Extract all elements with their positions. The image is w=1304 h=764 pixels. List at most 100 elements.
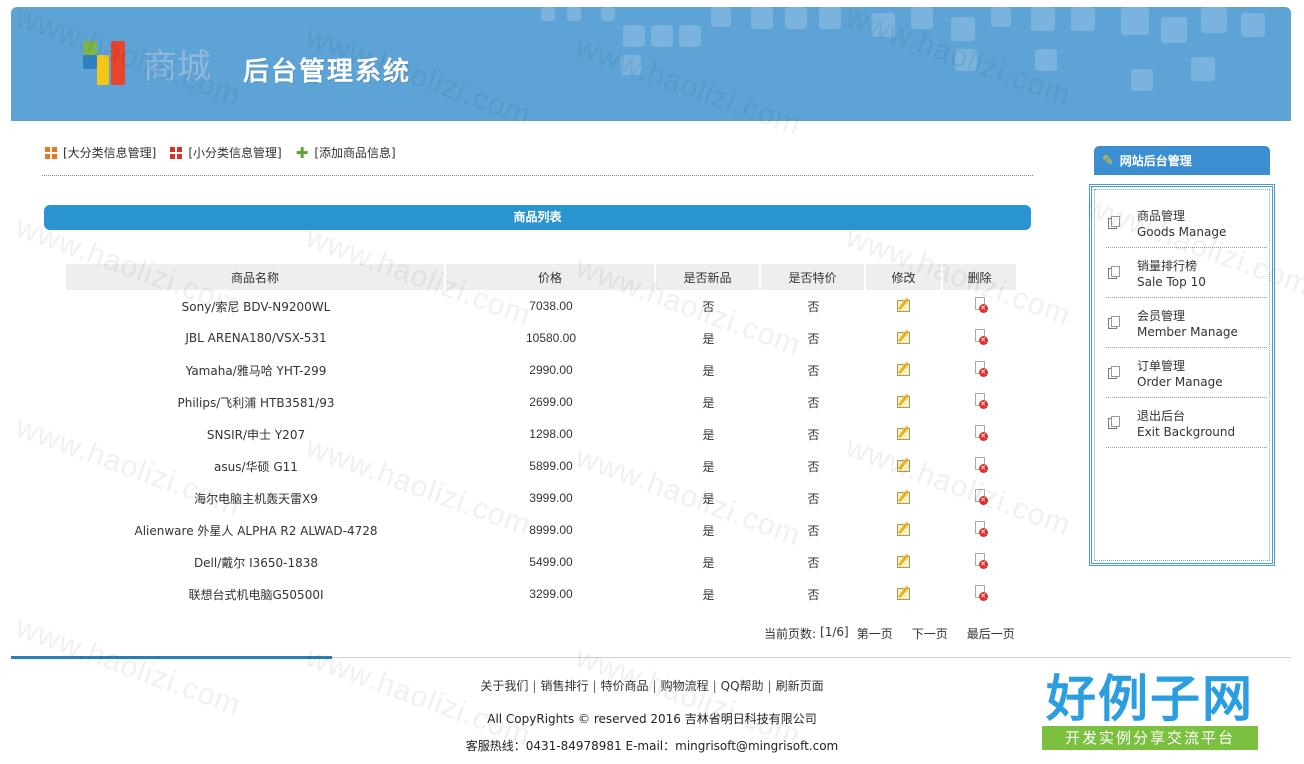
goods-price: 3999.00 (529, 491, 573, 505)
goods-name: 海尔电脑主机轰天雷X9 (194, 491, 318, 506)
goods-list-title: 商品列表 (44, 205, 1031, 230)
goods-name: JBL ARENA180/VSX-531 (185, 331, 327, 345)
goods-name: asus/华硕 G11 (214, 459, 298, 474)
big-category-link[interactable]: [大分类信息管理] (45, 144, 156, 161)
footer-link-shopping-flow[interactable]: 购物流程 (661, 679, 709, 693)
col-special-header: 是否特价 (761, 264, 866, 290)
edit-icon[interactable] (896, 521, 914, 537)
sidebar-item-members[interactable]: 会员管理 Member Manage (1106, 300, 1267, 348)
goods-price: 2699.00 (529, 395, 573, 409)
delete-icon[interactable]: ✕ (973, 456, 989, 474)
delete-icon[interactable]: ✕ (973, 360, 989, 378)
goods-name: Sony/索尼 BDV-N9200WL (181, 299, 331, 314)
grid-icon (45, 146, 57, 159)
col-new-header: 是否新品 (656, 264, 761, 290)
goods-name: Alienware 外星人 ALPHA R2 ALWAD-4728 (134, 523, 378, 538)
brand-watermark: 好例子网 开发实例分享交流平台 (1042, 672, 1258, 756)
site-logo[interactable]: 商城 (83, 41, 211, 87)
goods-table: 商品名称 价格 是否新品 是否特价 修改 删除 Sony/索尼 BDV-N920… (66, 264, 1018, 610)
edit-icon[interactable] (896, 297, 914, 313)
edit-icon[interactable] (896, 553, 914, 569)
footer-link-specials[interactable]: 特价商品 (601, 679, 649, 693)
edit-icon[interactable] (896, 457, 914, 473)
table-header-row: 商品名称 价格 是否新品 是否特价 修改 删除 (66, 264, 1018, 290)
category-links: [大分类信息管理] [小分类信息管理] ✚ [添加商品信息] (45, 144, 396, 161)
current-page-value: [1/6] (820, 625, 849, 639)
goods-price: 8999.00 (529, 523, 573, 537)
sidebar-item-orders[interactable]: 订单管理 Order Manage (1106, 350, 1267, 398)
is-special-value: 否 (807, 523, 820, 538)
first-page-link[interactable]: 第一页 (857, 625, 893, 642)
delete-icon[interactable]: ✕ (973, 488, 989, 506)
col-edit-header: 修改 (866, 264, 943, 290)
table-row: Yamaha/雅马哈 YHT-299 2990.00 是 否 ✕ (66, 354, 1018, 386)
delete-icon[interactable]: ✕ (973, 328, 989, 346)
is-special-value: 否 (807, 395, 820, 410)
edit-icon[interactable] (896, 361, 914, 377)
logo-text: 商城 (143, 46, 211, 87)
edit-icon[interactable] (896, 425, 914, 441)
table-row: Dell/戴尔 I3650-1838 5499.00 是 否 ✕ (66, 546, 1018, 578)
is-new-value: 是 (702, 555, 715, 570)
edit-icon[interactable] (896, 393, 914, 409)
page-icon (1108, 266, 1120, 279)
col-name-header: 商品名称 (66, 264, 446, 290)
sidebar-item-exit[interactable]: 退出后台 Exit Background (1106, 400, 1267, 448)
divider (42, 175, 1033, 176)
small-category-link[interactable]: [小分类信息管理] (170, 144, 282, 161)
page-icon (1108, 316, 1120, 329)
is-new-value: 是 (702, 363, 715, 378)
delete-icon[interactable]: ✕ (973, 392, 989, 410)
edit-cell (866, 450, 943, 482)
table-row: Philips/飞利浦 HTB3581/93 2699.00 是 否 ✕ (66, 386, 1018, 418)
footer-link-about[interactable]: 关于我们 (480, 679, 528, 693)
footer-accent (11, 656, 332, 659)
goods-price: 5499.00 (529, 555, 573, 569)
sidebar-item-sale-top[interactable]: 销量排行榜 Sale Top 10 (1106, 250, 1267, 298)
last-page-link[interactable]: 最后一页 (967, 625, 1015, 642)
page-icon (1108, 216, 1120, 229)
page-icon (1108, 366, 1120, 379)
edit-cell (866, 322, 943, 354)
add-goods-link[interactable]: ✚ [添加商品信息] (296, 144, 396, 161)
edit-icon[interactable] (896, 329, 914, 345)
is-special-value: 否 (807, 491, 820, 506)
footer-link-qq-help[interactable]: QQ帮助 (721, 679, 764, 693)
wrench-icon: ✎ (1102, 152, 1114, 169)
is-special-value: 否 (807, 299, 820, 314)
page-icon (1108, 416, 1120, 429)
edit-cell (866, 578, 943, 610)
edit-cell (866, 354, 943, 386)
system-title: 后台管理系统 (243, 57, 412, 87)
delete-cell: ✕ (943, 482, 1018, 514)
edit-icon[interactable] (896, 489, 914, 505)
edit-cell (866, 386, 943, 418)
edit-cell (866, 546, 943, 578)
delete-cell: ✕ (943, 514, 1018, 546)
delete-icon[interactable]: ✕ (973, 552, 989, 570)
delete-icon[interactable]: ✕ (973, 520, 989, 538)
table-row: asus/华硕 G11 5899.00 是 否 ✕ (66, 450, 1018, 482)
table-row: JBL ARENA180/VSX-531 10580.00 是 否 ✕ (66, 322, 1018, 354)
footer-link-sales-rank[interactable]: 销售排行 (540, 679, 588, 693)
brand-title: 好例子网 (1046, 669, 1254, 728)
delete-cell: ✕ (943, 578, 1018, 610)
delete-icon[interactable]: ✕ (973, 296, 989, 314)
is-new-value: 否 (702, 299, 715, 314)
goods-price: 3299.00 (529, 587, 573, 601)
delete-cell: ✕ (943, 418, 1018, 450)
edit-icon[interactable] (896, 585, 914, 601)
goods-name: SNSIR/申士 Y207 (206, 427, 306, 442)
is-special-value: 否 (807, 459, 820, 474)
delete-icon[interactable]: ✕ (973, 584, 989, 602)
sidebar-item-goods[interactable]: 商品管理 Goods Manage (1106, 200, 1267, 248)
footer-link-refresh[interactable]: 刷新页面 (776, 679, 824, 693)
delete-cell: ✕ (943, 450, 1018, 482)
goods-price: 5899.00 (529, 459, 573, 473)
next-page-link[interactable]: 下一页 (912, 625, 948, 642)
sidebar-header: ✎ 网站后台管理 (1094, 146, 1270, 175)
is-special-value: 否 (807, 363, 820, 378)
delete-cell: ✕ (943, 290, 1018, 322)
delete-icon[interactable]: ✕ (973, 424, 989, 442)
sidebar-title: 网站后台管理 (1119, 154, 1192, 168)
